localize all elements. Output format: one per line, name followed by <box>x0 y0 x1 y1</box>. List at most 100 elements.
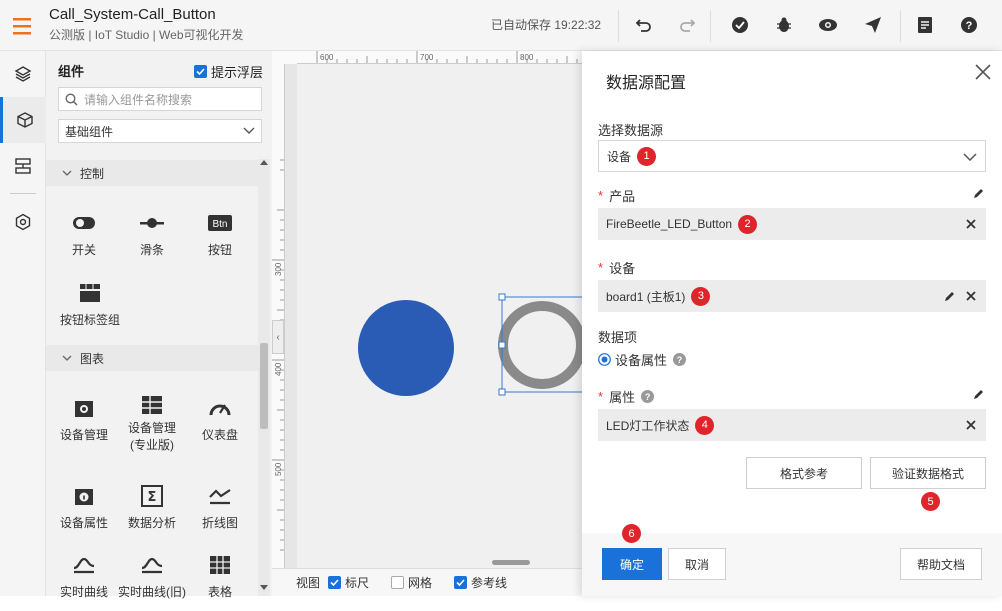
component-realtime-curve[interactable]: 实时曲线 <box>50 551 118 611</box>
close-icon[interactable] <box>974 63 992 81</box>
component-gauge[interactable]: 仪表盘 <box>186 394 254 454</box>
ruler-top: 600 700 800 <box>297 51 582 64</box>
component-label: 设备管理 (专业版) <box>127 421 176 452</box>
layers-icon[interactable] <box>0 51 46 97</box>
component-label: 设备属性 <box>59 516 108 530</box>
resize-handle[interactable] <box>498 293 506 301</box>
chevron-down-icon <box>62 355 72 361</box>
data-icon[interactable] <box>0 143 46 189</box>
undo-icon[interactable] <box>633 14 655 36</box>
scroll-down-icon[interactable] <box>260 585 268 591</box>
resize-handle[interactable] <box>498 388 506 396</box>
project-title: Call_System-Call_Button <box>49 6 216 23</box>
dataitem-label: 数据项 <box>598 330 638 345</box>
chevron-down-icon <box>963 153 977 161</box>
collapse-panel-icon[interactable]: ‹ <box>272 320 284 354</box>
section-label: 图表 <box>80 351 105 366</box>
section-label: 控制 <box>80 166 105 181</box>
ruler-label: 500 <box>274 462 283 476</box>
canvas-bottom-bar: 视图 标尺 网格 参考线 <box>272 568 582 596</box>
ruler-checkbox[interactable]: 标尺 <box>328 574 369 591</box>
radio-selected-icon <box>598 353 611 366</box>
component-device-management[interactable]: 设备管理 <box>50 394 118 454</box>
doc-icon[interactable] <box>914 14 936 36</box>
category-select[interactable]: 基础组件 <box>58 119 262 143</box>
question-icon[interactable]: ? <box>641 390 655 403</box>
panel-scrollbar-thumb[interactable] <box>260 343 268 429</box>
device-info-icon <box>75 489 93 505</box>
guides-checkbox[interactable]: 参考线 <box>454 574 507 591</box>
svg-text:Σ: Σ <box>148 490 157 505</box>
validate-format-button[interactable]: 验证数据格式 <box>870 457 986 489</box>
menu-icon[interactable] <box>11 15 33 37</box>
check-icon[interactable] <box>729 14 751 36</box>
indicator-light-widget[interactable] <box>358 300 454 396</box>
component-slider[interactable]: 滑条 <box>118 209 186 269</box>
product-field[interactable]: FireBeetle_LED_Button 2 <box>598 208 986 240</box>
clear-icon[interactable] <box>966 291 976 301</box>
table-icon <box>210 556 230 574</box>
section-chart-header[interactable]: 图表 <box>46 345 258 371</box>
component-device-attribute[interactable]: 设备属性 <box>50 482 118 542</box>
button-group-icon <box>80 284 100 302</box>
preview-icon[interactable] <box>817 14 839 36</box>
ruler-label: 700 <box>420 53 434 62</box>
source-select[interactable]: 设备 1 <box>598 140 986 172</box>
ruler-left: 300 400 500 <box>272 64 285 568</box>
publish-icon[interactable] <box>862 14 884 36</box>
device-attribute-radio[interactable]: 设备属性 ? <box>598 350 687 369</box>
divider <box>710 10 711 42</box>
edit-icon[interactable] <box>972 388 985 401</box>
attribute-value: LED灯工作状态 <box>606 418 690 433</box>
component-label: 实时曲线(旧) <box>118 585 186 599</box>
design-board[interactable] <box>297 64 582 568</box>
help-icon[interactable]: ? <box>958 14 980 36</box>
step-badge: 1 <box>637 146 657 166</box>
section-control-header[interactable]: 控制 <box>46 160 258 186</box>
component-button-tag-group[interactable]: 按钮标签组 <box>50 279 130 339</box>
ruler-corner <box>272 51 297 64</box>
component-realtime-curve-old[interactable]: 实时曲线(旧) <box>112 551 192 611</box>
bug-icon[interactable] <box>773 14 795 36</box>
format-reference-button[interactable]: 格式参考 <box>746 457 862 489</box>
category-value: 基础组件 <box>65 124 114 139</box>
grid-checkbox[interactable]: 网格 <box>391 574 432 591</box>
scroll-up-icon[interactable] <box>260 159 268 165</box>
resize-handle[interactable] <box>498 341 506 349</box>
horizontal-scroll-thumb[interactable] <box>492 560 530 565</box>
gauge-icon <box>209 404 231 416</box>
product-label: * 产品 <box>598 188 636 204</box>
settings-icon[interactable] <box>0 199 46 245</box>
component-switch[interactable]: 开关 <box>50 209 118 269</box>
confirm-button[interactable]: 确定 <box>602 548 662 580</box>
device-field[interactable]: board1 (主板1) 3 <box>598 280 986 312</box>
panel-title: 组件 <box>58 64 85 79</box>
show-float-label: 提示浮层 <box>211 65 264 80</box>
component-device-management-pro[interactable]: 设备管理 (专业版) <box>118 394 186 454</box>
ruler-label: 800 <box>520 53 534 62</box>
redo-icon[interactable] <box>676 14 698 36</box>
help-doc-button[interactable]: 帮助文档 <box>900 548 982 580</box>
sigma-icon: Σ <box>141 485 163 507</box>
edit-icon[interactable] <box>943 290 956 303</box>
cancel-button[interactable]: 取消 <box>668 548 726 580</box>
component-data-analysis[interactable]: Σ 数据分析 <box>118 482 186 542</box>
component-line-chart[interactable]: 折线图 <box>186 482 254 542</box>
clear-icon[interactable] <box>966 219 976 229</box>
component-table[interactable]: 表格 <box>186 551 254 611</box>
component-search-input[interactable]: 请输入组件名称搜索 <box>58 87 262 111</box>
switch-icon <box>73 217 95 229</box>
component-label: 仪表盘 <box>201 428 238 442</box>
clear-icon[interactable] <box>966 420 976 430</box>
component-icon[interactable] <box>0 97 46 143</box>
project-subtitle: 公测版 | IoT Studio | Web可视化开发 <box>49 28 244 42</box>
step-badge: 4 <box>695 415 715 435</box>
button-widget[interactable] <box>498 301 582 389</box>
show-float-checkbox[interactable]: 提示浮层 <box>194 62 263 81</box>
edit-icon[interactable] <box>972 187 985 200</box>
curve-icon <box>73 557 95 574</box>
question-icon[interactable]: ? <box>673 353 687 366</box>
chevron-down-icon <box>62 170 72 176</box>
component-button[interactable]: Btn 按钮 <box>186 209 254 269</box>
attribute-field[interactable]: LED灯工作状态 4 <box>598 409 986 441</box>
